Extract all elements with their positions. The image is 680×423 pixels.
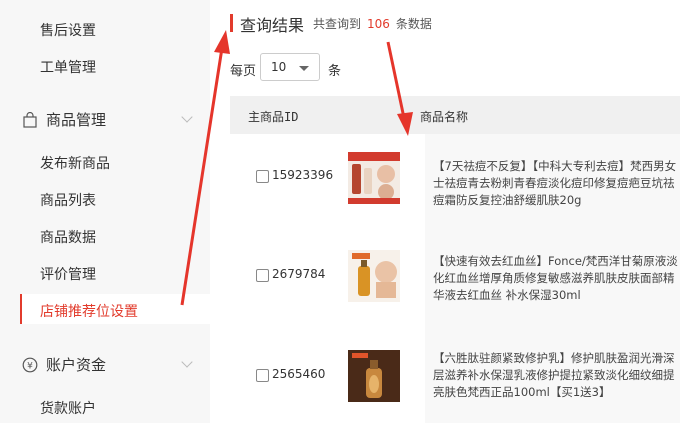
sidebar-group-goods-label: 商品管理 [46, 111, 107, 129]
product-name[interactable]: 【7天祛痘不反复】【中科大专利去痘】梵西男女士祛痘青去粉刺青春痘淡化痘印修复痘疤… [433, 158, 678, 209]
column-header-id: 主商品ID [248, 110, 299, 124]
page-title: 查询结果 [240, 16, 305, 35]
sidebar-item-publish[interactable]: 发布新商品 [40, 153, 110, 173]
row-checkbox[interactable] [256, 170, 269, 183]
product-thumbnail[interactable] [348, 250, 400, 302]
table-header: 主商品ID 商品名称 [230, 96, 680, 134]
title-accent-bar [230, 14, 233, 32]
sidebar-item-goods-data[interactable]: 商品数据 [40, 227, 96, 247]
product-name[interactable]: 【六胜肽驻颜紧致修护乳】修护肌肤盈润光滑深层滋养补水保湿乳液修护提拉紧致淡化细纹… [433, 350, 678, 401]
id-cell: 15923396 [230, 134, 410, 230]
sidebar-group-account[interactable]: ¥ 账户资金 [22, 354, 106, 375]
id-cell: 2679784 [230, 230, 410, 330]
bag-icon [22, 111, 38, 128]
sidebar-item-payment-account[interactable]: 货款账户 [40, 398, 96, 418]
sidebar-group-goods[interactable]: 商品管理 [22, 109, 106, 130]
caret-down-icon [299, 66, 309, 71]
yen-icon: ¥ [22, 357, 38, 373]
per-page-unit: 条 [328, 64, 342, 79]
sidebar-group-account-label: 账户资金 [46, 356, 107, 374]
per-page-label: 每页 [230, 64, 257, 79]
table-row: 2565460 【六胜肽驻颜紧致修护乳】修护肌肤盈润光滑深层滋养补水保湿乳液修护… [230, 330, 680, 423]
sidebar-item-shop-recommend[interactable]: 店铺推荐位设置 [40, 301, 138, 321]
sidebar-item-after-sales[interactable]: 售后设置 [40, 20, 96, 40]
product-id: 15923396 [272, 168, 334, 182]
svg-text:¥: ¥ [27, 361, 33, 371]
chevron-down-icon[interactable] [181, 111, 193, 123]
column-header-name: 商品名称 [420, 110, 469, 124]
result-summary: 共查询到 106 条数据 [313, 15, 432, 32]
main-content: 查询结果 共查询到 106 条数据 每页 10 条 主商品ID 商品名称 15923… [210, 0, 680, 423]
per-page-select[interactable]: 10 [260, 53, 320, 81]
name-cell: 【7天祛痘不反复】【中科大专利去痘】梵西男女士祛痘青去粉刺青春痘淡化痘印修复痘疤… [425, 134, 680, 230]
product-thumbnail[interactable] [348, 152, 400, 204]
per-page-value: 10 [271, 60, 287, 74]
product-name[interactable]: 【快速有效去红血丝】Fonce/梵西洋甘菊原液淡化红血丝增厚角质修复敏感滋养肌肤… [433, 253, 678, 304]
product-id: 2565460 [272, 367, 326, 381]
result-count: 106 [367, 17, 390, 31]
product-id: 2679784 [272, 267, 326, 281]
summary-suffix: 条数据 [395, 17, 432, 31]
table-row: 2679784 【快速有效去红血丝】Fonce/梵西洋甘菊原液淡化红血丝增厚角质… [230, 230, 680, 331]
name-cell: 【六胜肽驻颜紧致修护乳】修护肌肤盈润光滑深层滋养补水保湿乳液修护提拉紧致淡化细纹… [425, 330, 680, 423]
product-thumbnail[interactable] [348, 350, 400, 402]
table-row: 15923396 【7天祛痘不反复】【中科大专利去痘】梵西男女士祛痘青去粉刺青春… [230, 134, 680, 231]
sidebar: 售后设置 工单管理 商品管理 发布新商品 商品列表 商品数据 评价管理 店铺推荐… [0, 0, 210, 423]
sidebar-item-reviews[interactable]: 评价管理 [40, 264, 96, 284]
row-checkbox[interactable] [256, 369, 269, 382]
id-cell: 2565460 [230, 330, 410, 423]
sidebar-item-goods-list[interactable]: 商品列表 [40, 190, 96, 210]
sidebar-item-ticket[interactable]: 工单管理 [40, 57, 96, 77]
name-cell: 【快速有效去红血丝】Fonce/梵西洋甘菊原液淡化红血丝增厚角质修复敏感滋养肌肤… [425, 230, 680, 330]
summary-prefix: 共查询到 [313, 17, 362, 31]
row-checkbox[interactable] [256, 269, 269, 282]
chevron-down-icon[interactable] [181, 356, 193, 368]
active-indicator [20, 294, 22, 324]
